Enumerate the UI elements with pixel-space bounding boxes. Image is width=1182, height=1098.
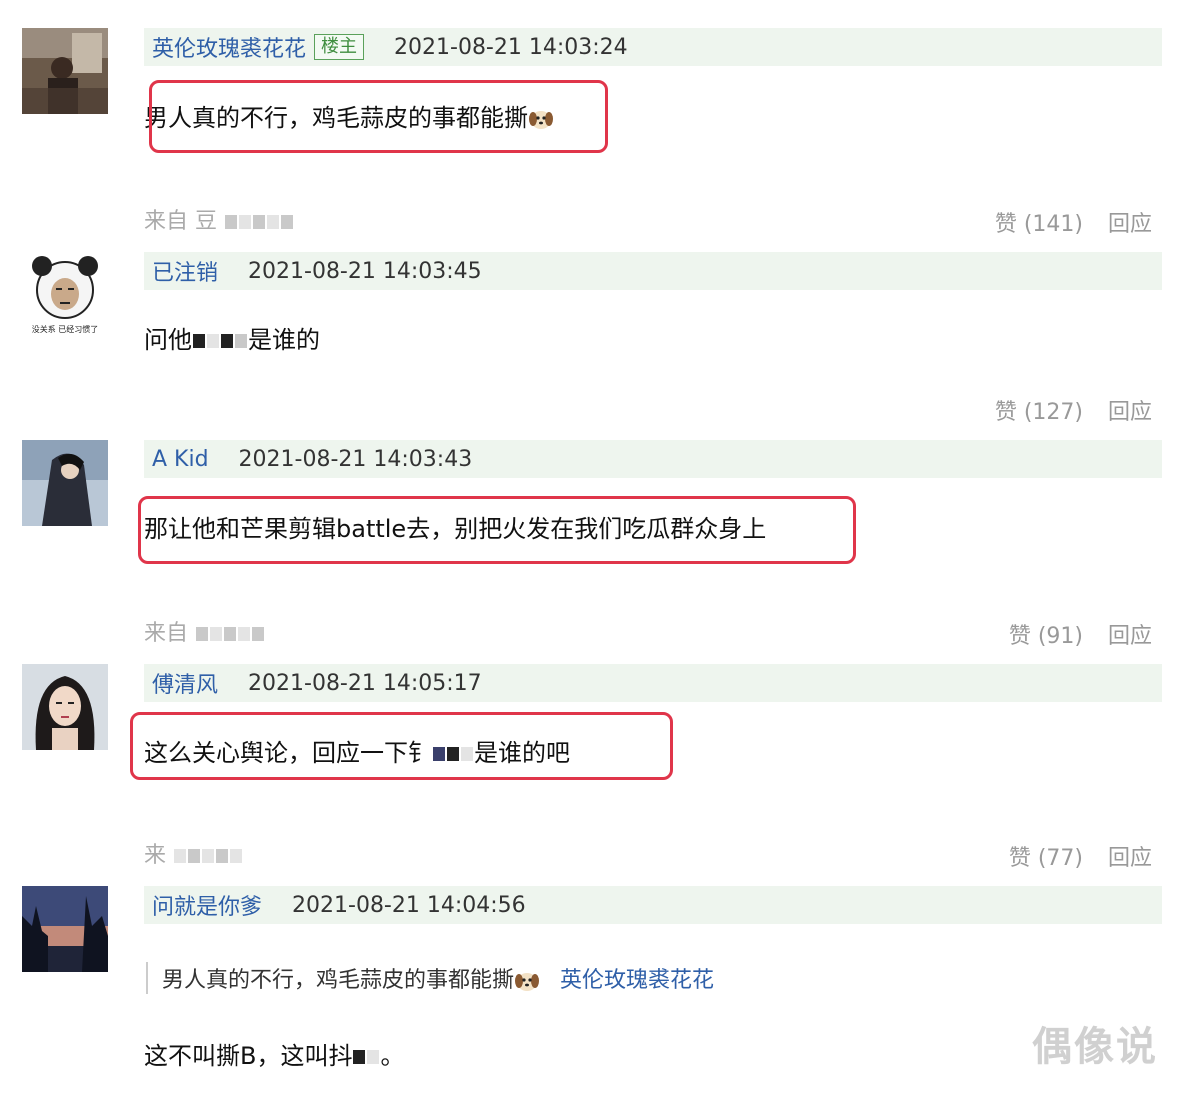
from-source: 来	[144, 837, 243, 869]
avatar[interactable]	[22, 664, 108, 750]
author-link[interactable]: 英伦玫瑰裘花花	[152, 31, 306, 63]
comment-header: A Kid 2021-08-21 14:03:43	[144, 440, 1162, 478]
comment-time: 2021-08-21 14:03:43	[238, 446, 473, 472]
comment-time: 2021-08-21 14:03:24	[394, 34, 628, 60]
reply-button[interactable]: 回应	[1108, 212, 1152, 237]
author-link[interactable]: 问就是你爹	[152, 889, 262, 921]
from-source: 来自 豆	[144, 203, 294, 235]
comment-time: 2021-08-21 14:03:45	[248, 258, 482, 284]
like-button[interactable]: 赞 (91)	[1009, 624, 1083, 649]
author-link[interactable]: 傅清风	[152, 667, 218, 699]
avatar[interactable]	[22, 440, 108, 526]
comment-time: 2021-08-21 14:05:17	[248, 670, 482, 696]
dog-emoji-icon	[515, 973, 540, 991]
comment-header: 傅清风 2021-08-21 14:05:17	[144, 664, 1162, 702]
comment-actions: 赞 (141) 回应	[977, 206, 1152, 238]
author-link[interactable]: A Kid	[152, 447, 209, 472]
avatar[interactable]: 没关系 已经习惯了	[22, 252, 108, 338]
from-source: 来自	[144, 615, 265, 647]
comment-header: 英伦玫瑰裘花花 楼主 2021-08-21 14:03:24	[144, 28, 1162, 66]
comment-actions: 赞 (91) 回应	[991, 618, 1152, 650]
comment-actions: 赞 (127) 回应	[977, 394, 1152, 426]
highlight-box	[138, 496, 856, 564]
comment-header: 问就是你爹 2021-08-21 14:04:56	[144, 886, 1162, 924]
reply-button[interactable]: 回应	[1108, 624, 1152, 649]
reply-button[interactable]: 回应	[1108, 846, 1152, 871]
redacted-mosaic	[353, 1050, 366, 1064]
redacted-mosaic	[225, 215, 237, 229]
quoted-comment: 男人真的不行，鸡毛蒜皮的事都能撕 英伦玫瑰裘花花	[146, 962, 714, 994]
comment-text: 问他 是谁的	[144, 326, 320, 354]
redacted-mosaic	[193, 334, 205, 348]
op-badge: 楼主	[314, 34, 365, 60]
highlight-box	[149, 80, 608, 153]
like-button[interactable]: 赞 (141)	[995, 212, 1083, 237]
highlight-box	[130, 712, 673, 780]
quoted-author-link[interactable]: 英伦玫瑰裘花花	[560, 968, 714, 993]
comment-actions: 赞 (77) 回应	[991, 840, 1152, 872]
watermark: 偶像说	[1032, 1024, 1158, 1070]
avatar-caption: 没关系 已经习惯了	[32, 324, 99, 334]
like-button[interactable]: 赞 (127)	[995, 400, 1083, 425]
comment-header: 已注销 2021-08-21 14:03:45	[144, 252, 1162, 290]
reply-button[interactable]: 回应	[1108, 400, 1152, 425]
redacted-mosaic	[174, 849, 187, 863]
comment-text: 这不叫撕B，这叫抖。	[144, 1042, 405, 1070]
avatar[interactable]	[22, 28, 108, 114]
redacted-mosaic	[196, 627, 209, 641]
like-button[interactable]: 赞 (77)	[1009, 846, 1083, 871]
author-link[interactable]: 已注销	[152, 255, 218, 287]
avatar[interactable]	[22, 886, 108, 972]
comment-time: 2021-08-21 14:04:56	[292, 892, 526, 918]
